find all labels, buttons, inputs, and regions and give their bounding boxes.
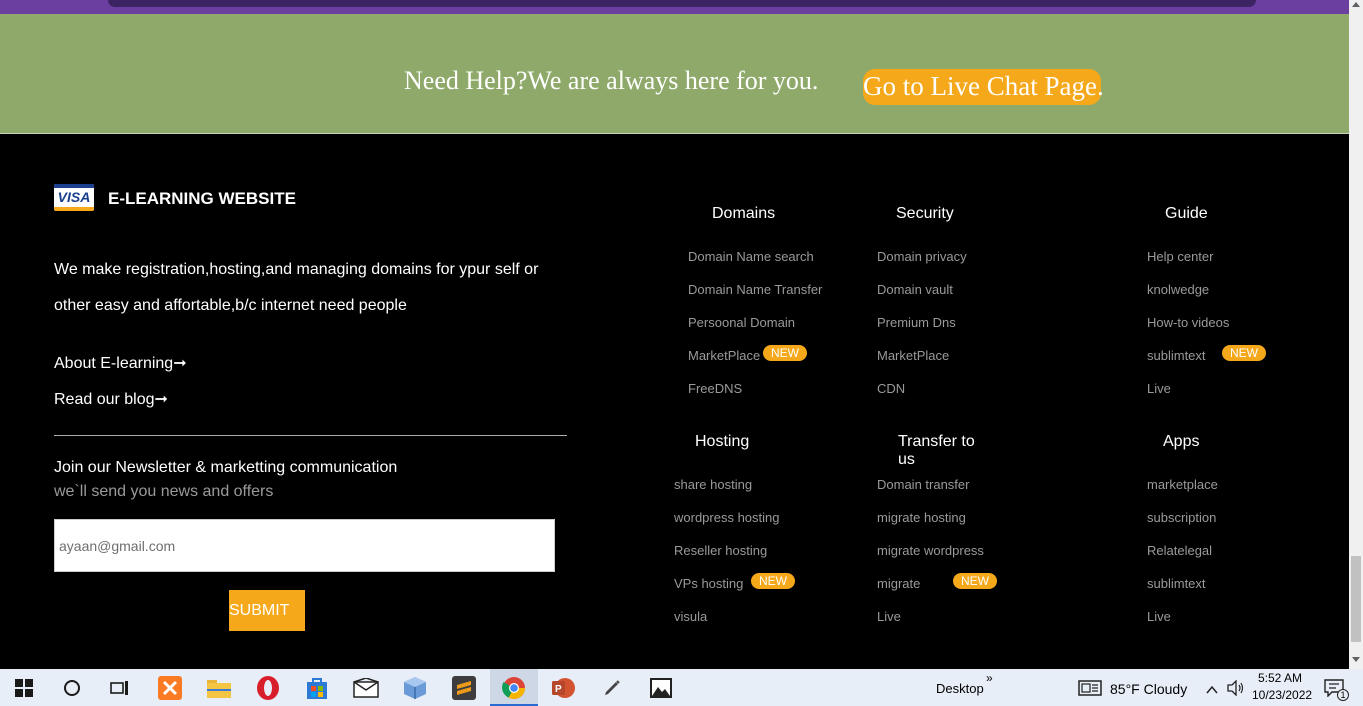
page: Need Help?We are always here for you. Go… <box>0 0 1363 706</box>
column-title-apps: Apps <box>1163 433 1200 450</box>
svg-text:P: P <box>555 684 562 695</box>
footer-link[interactable]: Reseller hosting <box>674 543 767 558</box>
footer-link[interactable]: Domain transfer <box>877 477 969 492</box>
footer-link[interactable]: How-to videos <box>1147 315 1229 330</box>
footer-link[interactable]: FreeDNS <box>688 381 742 396</box>
footer-link[interactable]: MarketPlace <box>877 348 949 363</box>
column-title-security: Security <box>896 205 954 222</box>
pen-icon[interactable] <box>588 669 636 706</box>
weather-icon[interactable] <box>1078 680 1102 701</box>
footer-link[interactable]: VPs hosting <box>674 576 743 591</box>
footer-link[interactable]: wordpress hosting <box>674 510 780 525</box>
logo-text: VISA <box>57 189 91 205</box>
footer-link[interactable]: marketplace <box>1147 477 1218 492</box>
footer-link[interactable]: knolwedge <box>1147 282 1209 297</box>
scroll-up-icon[interactable] <box>1352 2 1360 7</box>
footer-link[interactable]: Help center <box>1147 249 1213 264</box>
footer: VISA E-LEARNING WEBSITE We make registra… <box>0 134 1349 669</box>
new-badge: NEW <box>763 345 807 361</box>
footer-link[interactable]: Domain vault <box>877 282 953 297</box>
logo-stripe-top <box>54 184 94 188</box>
footer-link[interactable]: Live <box>1147 609 1171 624</box>
toolbar-chevron-icon[interactable]: » <box>986 671 993 685</box>
powerpoint-icon[interactable]: P <box>539 669 587 706</box>
footer-link[interactable]: Domain Name Transfer <box>688 282 822 297</box>
footer-link[interactable]: Domain Name search <box>688 249 814 264</box>
footer-link[interactable]: sublimtext <box>1147 348 1206 363</box>
footer-link[interactable]: Premium Dns <box>877 315 956 330</box>
page-scrollbar[interactable] <box>1349 0 1363 669</box>
footer-link[interactable]: subscription <box>1147 510 1216 525</box>
store-icon[interactable] <box>293 669 341 706</box>
footer-description: We make registration,hosting,and managin… <box>54 261 539 314</box>
column-title-domains: Domains <box>712 205 776 222</box>
file-explorer-icon[interactable] <box>195 669 243 706</box>
footer-link[interactable]: Live <box>1147 381 1171 396</box>
visa-logo: VISA <box>54 184 94 211</box>
photos-icon[interactable] <box>637 669 685 706</box>
search-icon[interactable] <box>48 669 96 706</box>
about-link[interactable]: About E-learning➞ <box>54 353 187 373</box>
new-badge: NEW <box>751 573 795 589</box>
opera-icon[interactable] <box>244 669 292 706</box>
footer-link[interactable]: migrate wordpress <box>877 543 984 558</box>
live-chat-button[interactable]: Go to Live Chat Page. <box>863 69 1104 105</box>
footer-link[interactable]: visula <box>674 609 707 624</box>
column-title-guide: Guide <box>1165 205 1208 222</box>
footer-link[interactable]: Relatelegal <box>1147 543 1212 558</box>
notification-count: 1 <box>1337 689 1349 701</box>
blog-link[interactable]: Read our blog➞ <box>54 389 168 409</box>
scroll-thumb[interactable] <box>1351 556 1361 642</box>
divider <box>54 435 567 436</box>
weather-text[interactable]: 85°F Cloudy <box>1110 681 1187 697</box>
taskbar: P Desktop » 85°F Cloudy 5:52 AM 10/23/20… <box>0 669 1363 706</box>
column-title-transfer: Transfer to us <box>898 433 975 468</box>
help-banner: Need Help?We are always here for you. Go… <box>0 14 1349 134</box>
sublime-icon[interactable] <box>440 669 488 706</box>
submit-button[interactable]: SUBMIT <box>229 590 305 631</box>
newsletter-title: Join our Newsletter & marketting communi… <box>54 459 398 476</box>
task-view-icon[interactable] <box>96 669 144 706</box>
xampp-icon[interactable] <box>146 669 194 706</box>
desktop-toolbar-label[interactable]: Desktop <box>936 681 984 696</box>
chevron-up-icon[interactable] <box>1206 682 1218 700</box>
footer-link[interactable]: Live <box>877 609 901 624</box>
footer-link[interactable]: sublimtext <box>1147 576 1206 591</box>
footer-link[interactable]: CDN <box>877 381 905 396</box>
help-text: Need Help?We are always here for you. <box>404 66 819 95</box>
footer-link[interactable]: Persoonal Domain <box>688 315 795 330</box>
footer-link[interactable]: migrate hosting <box>877 510 966 525</box>
footer-link[interactable]: migrate <box>877 576 920 591</box>
clock-date[interactable]: 10/23/2022 <box>1252 688 1312 702</box>
brand-name: E-LEARNING WEBSITE <box>108 189 296 208</box>
chrome-icon[interactable] <box>490 669 538 706</box>
footer-link[interactable]: share hosting <box>674 477 752 492</box>
clock-time[interactable]: 5:52 AM <box>1258 671 1302 685</box>
address-bar-edge <box>108 0 1256 7</box>
box-icon[interactable] <box>391 669 439 706</box>
start-icon[interactable] <box>0 669 48 706</box>
new-badge: NEW <box>1222 345 1266 361</box>
email-input[interactable] <box>54 519 555 572</box>
column-title-hosting: Hosting <box>695 433 750 450</box>
browser-top-strip <box>0 0 1349 14</box>
logo-stripe-bottom <box>54 207 94 211</box>
mail-icon[interactable] <box>342 669 390 706</box>
footer-link[interactable]: MarketPlace <box>688 348 760 363</box>
new-badge: NEW <box>953 573 997 589</box>
volume-icon[interactable] <box>1227 679 1245 701</box>
scroll-down-icon[interactable] <box>1352 657 1360 662</box>
newsletter-subtitle: we`ll send you news and offers <box>54 483 274 500</box>
footer-link[interactable]: Domain privacy <box>877 249 967 264</box>
